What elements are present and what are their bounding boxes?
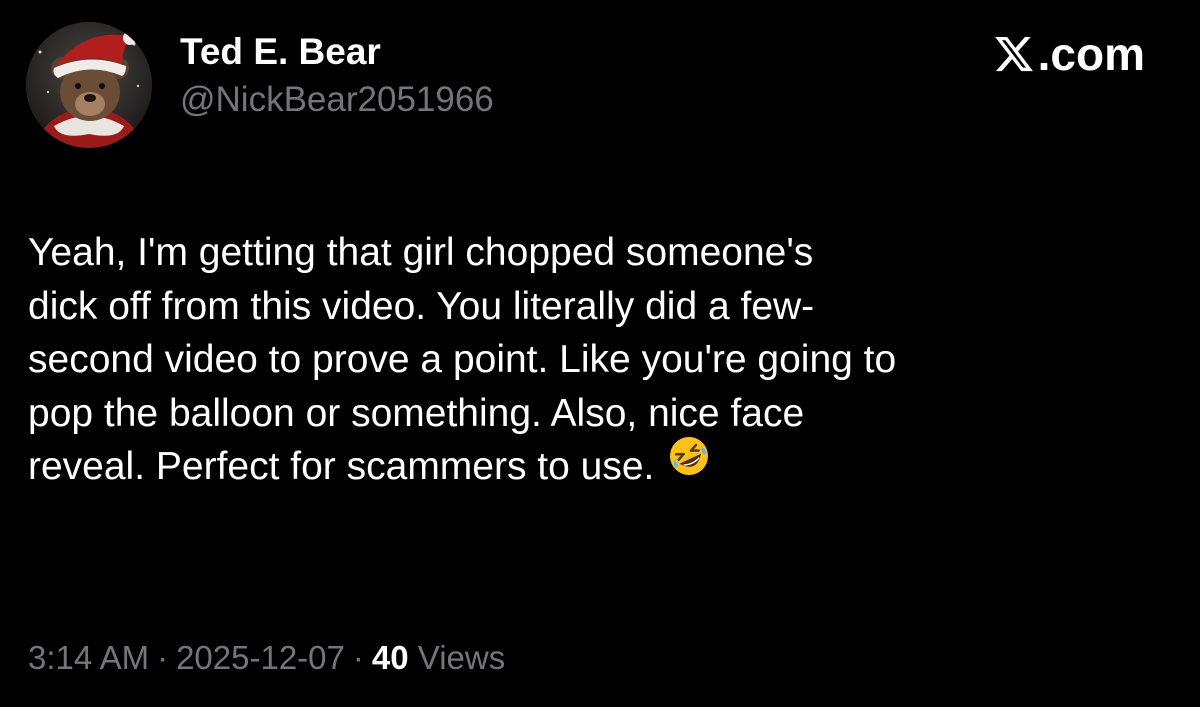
post-card: Ted E. Bear @NickBear2051966 .com Yeah, … (0, 0, 1200, 707)
post-meta: 3:14 AM · 2025-12-07 · 40 Views (28, 636, 505, 680)
bear-avatar-icon (26, 22, 152, 148)
x-logo-icon (994, 36, 1033, 72)
author-handle[interactable]: @NickBear2051966 (180, 78, 494, 122)
avatar[interactable] (26, 22, 152, 148)
post-date[interactable]: 2025-12-07 (176, 639, 345, 676)
post-line: dick off from this video. You literally … (28, 284, 815, 328)
author-block: Ted E. Bear @NickBear2051966 (180, 30, 494, 122)
post-line: Yeah, I'm getting that girl chopped some… (28, 231, 814, 274)
post-line: pop the balloon or something. Also, nice… (28, 391, 805, 435)
post-text: Yeah, I'm getting that girl chopped some… (28, 226, 1158, 494)
meta-separator: · (352, 639, 364, 676)
post-line: reveal. Perfect for scammers to use. (28, 445, 655, 488)
brand-label: .com (1037, 28, 1145, 80)
brand-mark: .com (993, 30, 1145, 78)
post-line: second video to prove a point. Like you'… (28, 338, 897, 381)
rolling-on-floor-laughing-icon (668, 435, 710, 492)
views-label: Views (417, 639, 506, 676)
author-display-name[interactable]: Ted E. Bear (180, 30, 494, 74)
meta-separator: · (157, 639, 169, 676)
post-time[interactable]: 3:14 AM (28, 639, 149, 676)
views-count: 40 (371, 639, 409, 676)
